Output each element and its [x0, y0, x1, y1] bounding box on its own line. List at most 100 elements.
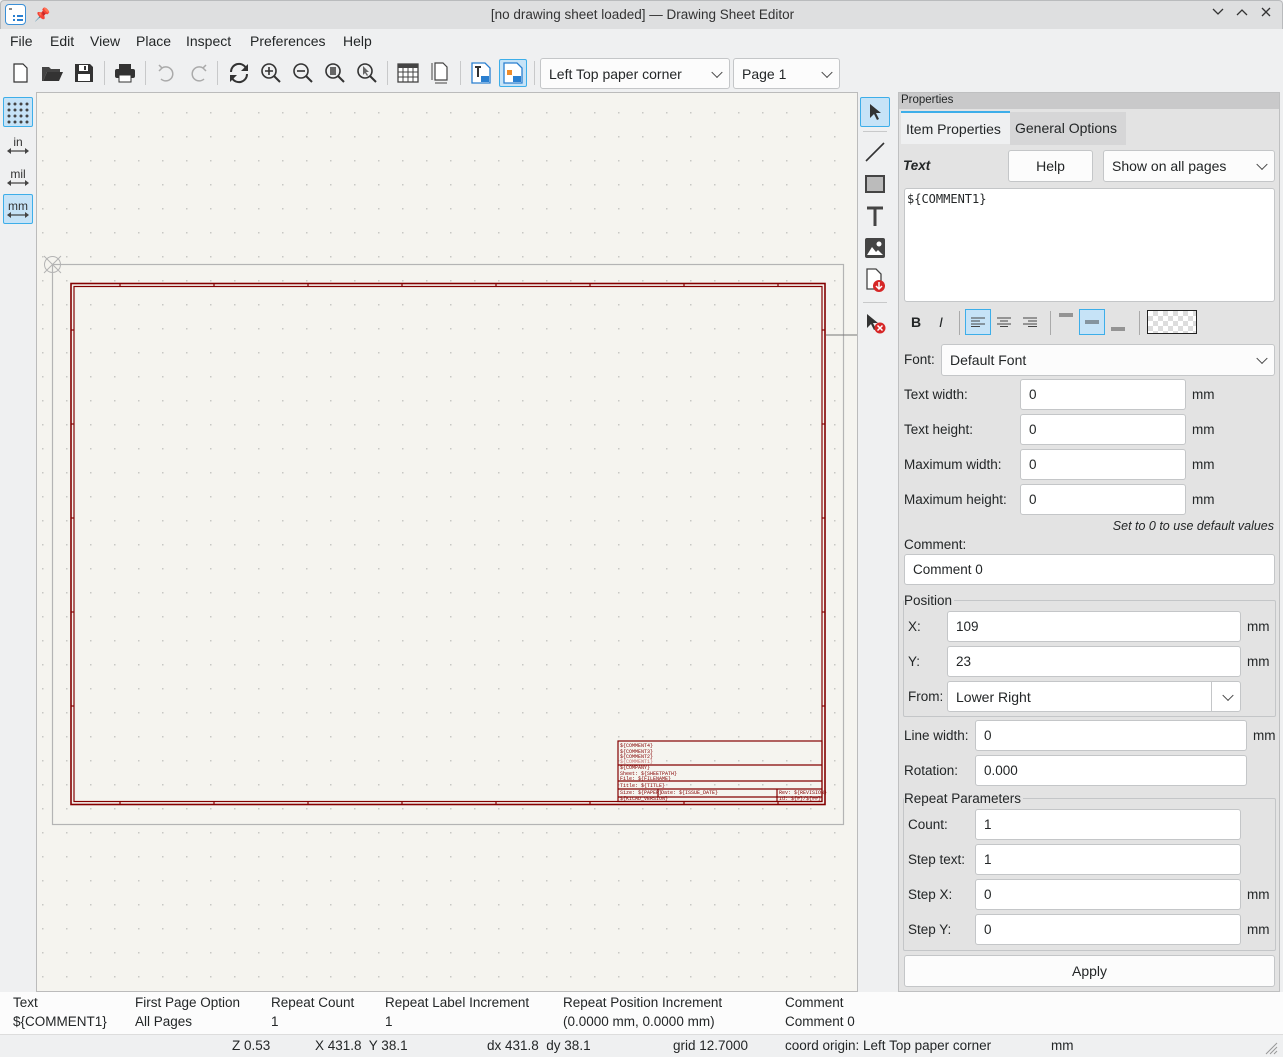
grid-toggle-button[interactable] [3, 97, 33, 127]
redo-button[interactable] [185, 59, 213, 87]
y-input[interactable]: 23 [947, 646, 1241, 677]
valign-top-icon [1059, 313, 1073, 317]
grid-table-button[interactable] [394, 59, 422, 87]
x-input[interactable]: 109 [947, 611, 1241, 642]
tab-general-options[interactable]: General Options [1010, 112, 1126, 145]
max-width-input[interactable]: 0 [1020, 449, 1186, 480]
info-header: Repeat Position Increment [563, 995, 723, 1010]
count-label: Count: [908, 817, 948, 832]
apply-button[interactable]: Apply [904, 955, 1275, 987]
bold-button[interactable]: B [903, 309, 929, 335]
align-center-button[interactable] [991, 309, 1017, 335]
origin-select[interactable]: Left Top paper corner [540, 58, 730, 89]
rectangle-tool-button[interactable] [860, 169, 890, 199]
menu-file[interactable]: File [10, 33, 33, 49]
menu-inspect[interactable]: Inspect [186, 33, 231, 49]
zoom-selection-button[interactable] [353, 59, 381, 87]
menu-place[interactable]: Place [136, 33, 171, 49]
grid-table-icon [397, 63, 419, 83]
comment-input[interactable]: Comment 0 [904, 554, 1275, 585]
page-option-value: Show on all pages [1112, 158, 1227, 174]
image-icon [865, 238, 885, 258]
status-origin: coord origin: Left Top paper corner [785, 1038, 992, 1053]
count-input[interactable]: 1 [975, 809, 1241, 840]
close-button[interactable] [1256, 5, 1276, 25]
resize-grip-icon[interactable] [1262, 1039, 1278, 1055]
line-tool-button[interactable] [860, 137, 890, 167]
import-icon [866, 268, 885, 292]
maximize-button[interactable] [1232, 5, 1252, 25]
open-button[interactable] [38, 59, 66, 87]
align-left-button[interactable] [965, 309, 991, 335]
max-width-label: Maximum width: [904, 457, 1002, 472]
menu-help[interactable]: Help [343, 33, 372, 49]
delete-tool-button[interactable] [860, 308, 890, 338]
step-text-input[interactable]: 1 [975, 844, 1241, 875]
step-x-label: Step X: [908, 887, 953, 902]
unit-mm-button[interactable]: mm [3, 194, 33, 224]
double-arrow-icon [7, 148, 29, 154]
rotation-input[interactable]: 0.000 [975, 755, 1247, 786]
image-tool-button[interactable] [860, 233, 890, 263]
text-tool-button[interactable] [860, 201, 890, 231]
color-swatch-button[interactable] [1147, 310, 1197, 334]
title-bar: 📌 [no drawing sheet loaded] — Drawing Sh… [0, 0, 1283, 29]
save-icon [75, 64, 93, 82]
text-height-input[interactable]: 0 [1020, 414, 1186, 445]
help-button[interactable]: Help [1008, 150, 1093, 182]
valign-top-button[interactable] [1053, 309, 1079, 335]
menu-preferences[interactable]: Preferences [250, 33, 325, 49]
text-width-label: Text width: [904, 387, 968, 402]
step-x-input[interactable]: 0 [975, 879, 1241, 910]
unit-inch-button[interactable]: in [3, 130, 33, 160]
left-toolbar: in mil mm [0, 92, 36, 992]
zoom-fit-button[interactable] [321, 59, 349, 87]
zoom-in-button[interactable] [257, 59, 285, 87]
font-select[interactable]: Default Font [941, 344, 1275, 376]
title-block-normal-button[interactable] [467, 59, 495, 87]
text-value-input[interactable]: ${COMMENT1} [904, 188, 1275, 302]
page-select[interactable]: Page 1 [733, 58, 840, 89]
status-units: mm [1051, 1038, 1074, 1053]
font-select-value: Default Font [950, 352, 1027, 368]
font-label: Font: [904, 352, 935, 367]
step-y-input[interactable]: 0 [975, 914, 1241, 945]
unit-label: mm [1192, 387, 1215, 402]
select-tool-button[interactable] [860, 97, 890, 127]
text-width-input[interactable]: 0 [1020, 379, 1186, 410]
tab-item-properties[interactable]: Item Properties [901, 111, 1010, 144]
text-icon [867, 206, 883, 226]
menu-view[interactable]: View [90, 33, 120, 49]
chevron-down-icon [1256, 158, 1268, 171]
valign-bottom-icon [1111, 327, 1125, 331]
valign-center-button[interactable] [1079, 309, 1105, 335]
menu-edit[interactable]: Edit [50, 33, 74, 49]
step-text-label: Step text: [908, 852, 966, 867]
from-select[interactable]: Lower Right [947, 681, 1241, 712]
drawing-canvas[interactable]: ${COMMENT4} ${COMMENT3} ${COMMENT2} ${COMME… [36, 92, 858, 992]
refresh-button[interactable] [225, 59, 253, 87]
align-right-button[interactable] [1017, 309, 1043, 335]
status-bar: Z 0.53 X 431.8 Y 38.1 dx 431.8 dy 38.1 g… [0, 1034, 1283, 1057]
valign-bottom-button[interactable] [1105, 309, 1131, 335]
new-button[interactable] [6, 59, 34, 87]
rotation-label: Rotation: [904, 763, 959, 778]
zoom-out-button[interactable] [289, 59, 317, 87]
minimize-button[interactable] [1208, 5, 1228, 25]
chevron-down-icon [1212, 8, 1224, 15]
info-value: All Pages [135, 1014, 193, 1029]
save-button[interactable] [70, 59, 98, 87]
line-width-input[interactable]: 0 [975, 720, 1247, 751]
drawing-sheet-view[interactable]: ${COMMENT4}${COMMENT3}${COMMENT2}${COMME… [37, 93, 858, 992]
unit-mil-label: mil [10, 167, 26, 181]
undo-button[interactable] [152, 59, 180, 87]
zoom-in-icon [261, 63, 281, 83]
print-button[interactable] [111, 59, 139, 87]
title-block-edit-button[interactable] [499, 59, 527, 87]
import-tool-button[interactable] [860, 265, 890, 295]
unit-mil-button[interactable]: mil [3, 162, 33, 192]
italic-button[interactable]: I [928, 309, 954, 335]
max-height-input[interactable]: 0 [1020, 484, 1186, 515]
page-setup-button[interactable] [426, 59, 454, 87]
page-option-select[interactable]: Show on all pages [1103, 150, 1275, 182]
